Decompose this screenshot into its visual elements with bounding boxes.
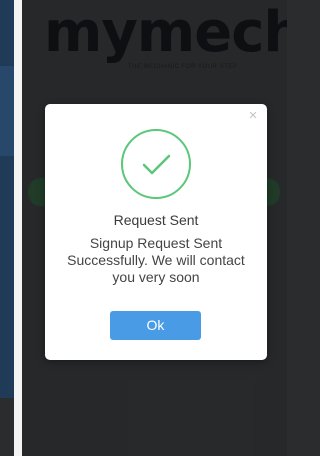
ok-button[interactable]: Ok (110, 311, 201, 340)
dialog-title: Request Sent (113, 212, 199, 228)
window-gutter (14, 0, 22, 456)
success-dialog: × Request Sent Signup Request Sent Succe… (45, 104, 267, 360)
close-icon[interactable]: × (246, 108, 260, 123)
success-check-icon (121, 129, 191, 199)
left-background-accent (0, 66, 14, 156)
app-screen: mymech THE MECHANIC FOR YOUR STEP × Requ… (0, 0, 287, 456)
left-background-strip (0, 0, 14, 398)
dialog-message: Signup Request Sent Successfully. We wil… (67, 235, 245, 285)
